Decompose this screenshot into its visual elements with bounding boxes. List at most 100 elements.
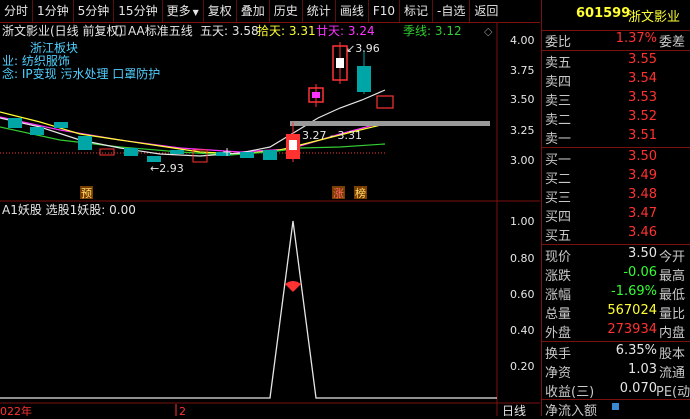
stat-row: 外盘 273934 内盘	[542, 322, 690, 341]
back-button[interactable]: 返回	[470, 0, 502, 22]
buy-price: 3.49	[628, 168, 657, 183]
buy-price: 3.46	[628, 225, 657, 240]
stat-value: -0.06	[623, 265, 657, 280]
price-tick: 3.00	[510, 154, 535, 167]
price-tick: 3.50	[510, 93, 535, 106]
overlay-button[interactable]: 叠加	[237, 0, 270, 22]
candle	[263, 150, 277, 160]
indicator-name: AA标准五线	[128, 24, 193, 38]
stat-label2: 股本	[659, 347, 686, 362]
industry-label: 业: 纺织服饰	[2, 54, 70, 68]
candle	[99, 148, 115, 156]
stat-label2: PE(动	[656, 385, 690, 400]
wei-bi-label: 委比	[545, 35, 572, 50]
buy-row[interactable]: 买三 3.48	[542, 187, 690, 206]
buy-label: 买三	[545, 191, 572, 206]
stat-label2: 最低	[659, 288, 686, 303]
sell-row[interactable]: 卖一 3.51	[542, 128, 690, 147]
buy-price: 3.50	[628, 149, 657, 164]
buy-row[interactable]: 买二 3.49	[542, 168, 690, 187]
sell-price: 3.51	[628, 128, 657, 143]
sub-tick: 0.20	[510, 360, 535, 373]
ma5-label: 五天: 3.58	[200, 24, 259, 38]
draw-button[interactable]: 画线	[336, 0, 369, 22]
mark-button[interactable]: 标记	[400, 0, 434, 22]
ma20-label: 廿天: 3.24	[316, 24, 375, 38]
candle	[8, 118, 22, 128]
sub-tick: 0.40	[510, 324, 535, 337]
stat-value: 6.35%	[615, 343, 657, 358]
stat-value: 1.03	[628, 362, 657, 377]
signal-marker-icon	[285, 281, 301, 292]
tab-1min[interactable]: 1分钟	[33, 0, 74, 22]
net-inflow-row[interactable]: 净流入额	[542, 400, 690, 419]
buy-row[interactable]: 买五 3.46	[542, 225, 690, 244]
stat-label2: 量比	[659, 307, 686, 322]
candle	[30, 127, 44, 135]
pre-marker: 预	[81, 187, 92, 200]
candle-marker	[336, 58, 344, 68]
stat-row: 涨跌 -0.06 最高	[542, 265, 690, 284]
stats-button[interactable]: 统计	[303, 0, 336, 22]
ma10-label: 拾天: 3.31	[257, 23, 316, 38]
stock-code: 601599	[576, 6, 631, 21]
sub-axis: 1.00 0.80 0.60 0.40 0.20	[510, 215, 535, 373]
buy-row[interactable]: 买一 3.50	[542, 149, 690, 168]
sell-row[interactable]: 卖二 3.52	[542, 109, 690, 128]
stat-label: 现价	[545, 250, 572, 265]
wei-bi-row: 委比 1.37% 委差	[542, 31, 690, 50]
candle	[124, 148, 138, 156]
date-label: 022年	[0, 404, 32, 416]
low-label: ←2.93	[150, 162, 184, 175]
tab-timeshare[interactable]: 分时	[0, 0, 34, 22]
diamond-icon[interactable]: ◇	[484, 25, 493, 38]
tab-5min[interactable]: 5分钟	[74, 0, 115, 22]
rise-marker: 涨	[333, 187, 344, 200]
candle	[357, 66, 371, 92]
stat-value: 567024	[607, 303, 657, 318]
sell-row[interactable]: 卖五 3.55	[542, 52, 690, 71]
buy-price: 3.47	[628, 206, 657, 221]
f10-button[interactable]: F10	[369, 0, 400, 22]
wei-bi-value: 1.37%	[615, 31, 657, 46]
stat-row: 现价 3.50 今开	[542, 246, 690, 265]
period-label[interactable]: 日线	[502, 404, 526, 416]
more-button[interactable]: 更多 ▼	[163, 0, 204, 22]
chart-title: 浙文影业(日线 前复权)	[2, 23, 123, 38]
stat-row: 总量 567024 量比	[542, 303, 690, 322]
stat-label: 换手	[545, 347, 572, 362]
range-label: 3.27 - 3.31	[302, 129, 362, 142]
stat-value: 0.070	[619, 381, 657, 396]
sell-row[interactable]: 卖四 3.54	[542, 71, 690, 90]
tab-15min[interactable]: 15分钟	[114, 0, 163, 22]
buy-row[interactable]: 买四 3.47	[542, 206, 690, 225]
candle	[240, 152, 254, 158]
stat-label: 总量	[545, 307, 572, 322]
history-button[interactable]: 历史	[270, 0, 303, 22]
price-axis: 4.00 3.75 3.50 3.25 3.00	[510, 34, 535, 167]
candle	[376, 95, 394, 109]
wei-cha-label: 委差	[659, 35, 686, 50]
sub-indicator-title: A1妖股 选股1妖股: 0.00	[2, 203, 136, 217]
kline-chart[interactable]: 浙文影业(日线 前复权) AA标准五线 五天: 3.58 拾天: 3.31 廿天…	[0, 22, 540, 416]
price-band	[290, 121, 490, 126]
buy-price: 3.48	[628, 187, 657, 202]
sell-label: 卖三	[545, 94, 572, 109]
stat-value: 273934	[607, 322, 657, 337]
candle-marker	[289, 140, 297, 150]
adjust-button[interactable]: 复权	[204, 0, 237, 22]
expand-icon[interactable]	[612, 403, 619, 410]
sell-row[interactable]: 卖三 3.53	[542, 90, 690, 109]
sell-price: 3.52	[628, 109, 657, 124]
stat-label: 净资	[545, 366, 572, 381]
watchlist-button[interactable]: -自选	[433, 0, 471, 22]
candle	[78, 136, 92, 150]
buy-label: 买二	[545, 172, 572, 187]
sell-price: 3.54	[628, 71, 657, 86]
stat-label2: 今开	[659, 250, 686, 265]
stat-label2: 最高	[659, 269, 686, 284]
sub-tick: 0.60	[510, 288, 535, 301]
sell-price: 3.53	[628, 90, 657, 105]
stat-label: 收益(三)	[545, 385, 595, 400]
sub-tick: 0.80	[510, 252, 535, 265]
